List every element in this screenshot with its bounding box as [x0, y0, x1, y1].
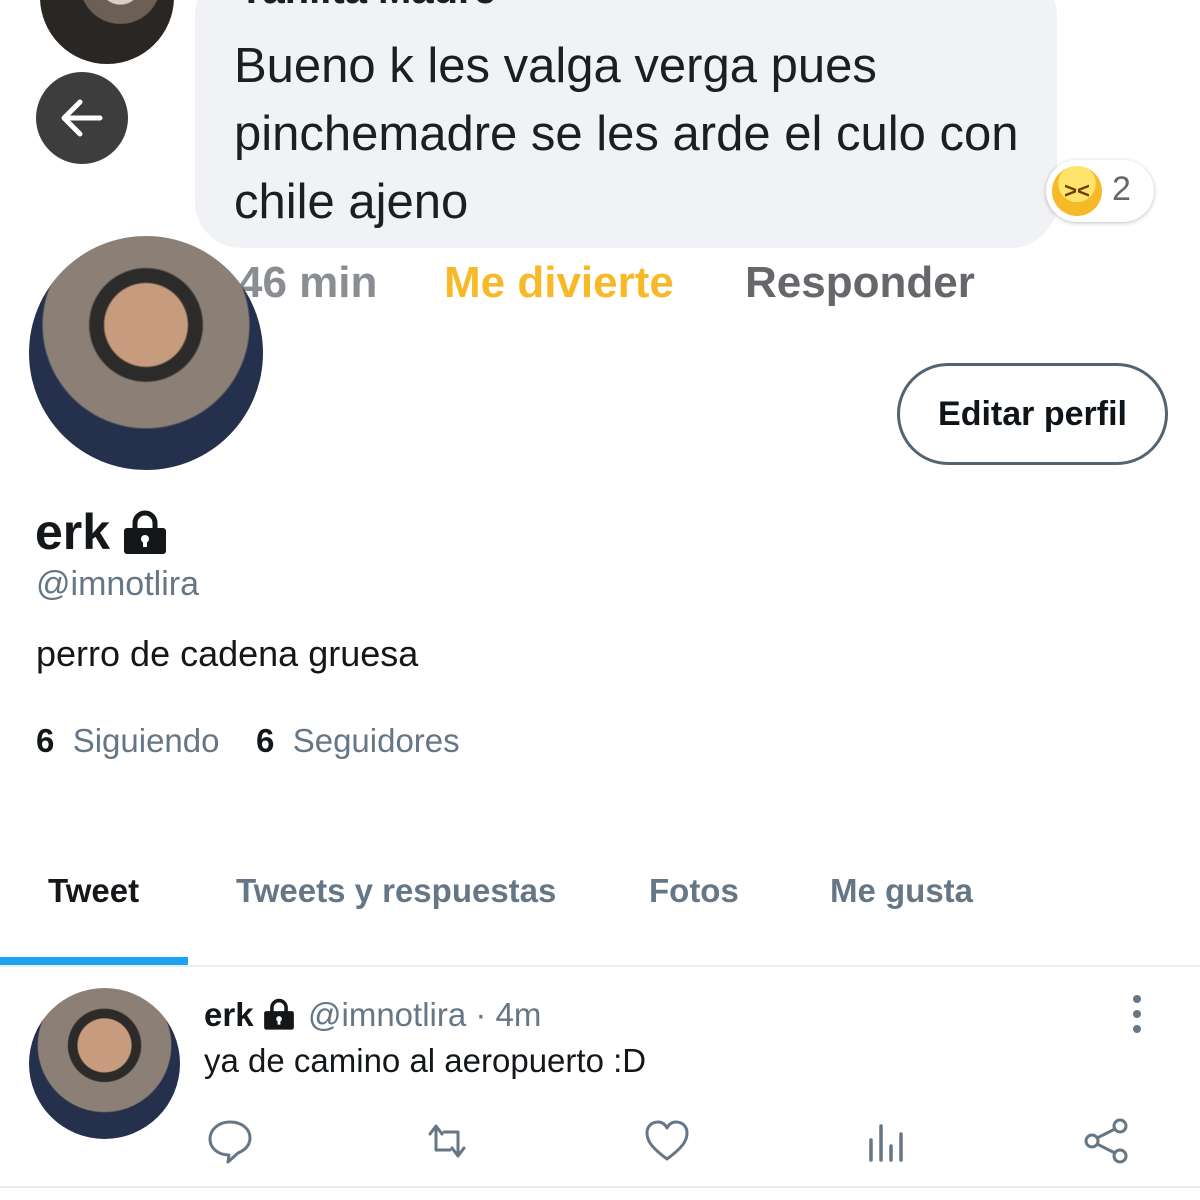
back-button[interactable] [36, 72, 128, 164]
following-count: 6 [36, 722, 55, 759]
reaction-count: 2 [1112, 170, 1131, 208]
reply-icon[interactable] [205, 1116, 255, 1166]
edit-profile-button[interactable]: Editar perfil [897, 363, 1168, 465]
like-icon[interactable] [642, 1116, 692, 1166]
tabs-divider [0, 965, 1200, 967]
reply-link[interactable]: Responder [745, 258, 975, 308]
following-link[interactable]: 6 Siguiendo [36, 722, 220, 760]
retweet-icon[interactable] [422, 1116, 472, 1166]
comment-author[interactable]: Yahlita Madre [238, 0, 496, 13]
profile-avatar[interactable] [29, 236, 263, 470]
following-label: Siguiendo [72, 722, 220, 759]
profile-handle: @imnotlira [36, 565, 199, 603]
commenter-avatar[interactable] [40, 0, 174, 64]
tweet-divider [0, 1186, 1200, 1188]
analytics-icon[interactable] [862, 1116, 912, 1166]
lock-icon [264, 998, 294, 1030]
followers-count: 6 [256, 722, 275, 759]
tab-tweets-replies[interactable]: Tweets y respuestas [236, 872, 556, 910]
profile-name: erk [35, 504, 111, 560]
profile-bio: perro de cadena gruesa [36, 633, 419, 674]
arrow-left-icon [61, 99, 103, 137]
reaction-link[interactable]: Me divierte [444, 258, 674, 308]
share-icon[interactable] [1082, 1116, 1132, 1166]
more-vertical-icon[interactable] [1122, 994, 1152, 1034]
tweet-handle-time: @imnotlira · 4m [308, 996, 542, 1033]
tab-likes[interactable]: Me gusta [830, 872, 973, 910]
comment-text: Bueno k les valga verga pues pinchemadre… [234, 39, 1019, 229]
tweet-avatar[interactable] [29, 988, 180, 1139]
lock-icon [124, 510, 166, 554]
followers-label: Seguidores [292, 722, 460, 759]
followers-link[interactable]: 6 Seguidores [256, 722, 460, 760]
laugh-reaction-icon: >< [1052, 166, 1102, 216]
tab-tweet[interactable]: Tweet [48, 872, 139, 910]
tweet-text: ya de camino al aeropuerto :D [204, 1042, 647, 1079]
active-tab-indicator [0, 957, 188, 965]
tab-photos[interactable]: Fotos [649, 872, 739, 910]
tweet-author-name[interactable]: erk [204, 996, 254, 1034]
comment-time: 46 min [238, 258, 378, 307]
